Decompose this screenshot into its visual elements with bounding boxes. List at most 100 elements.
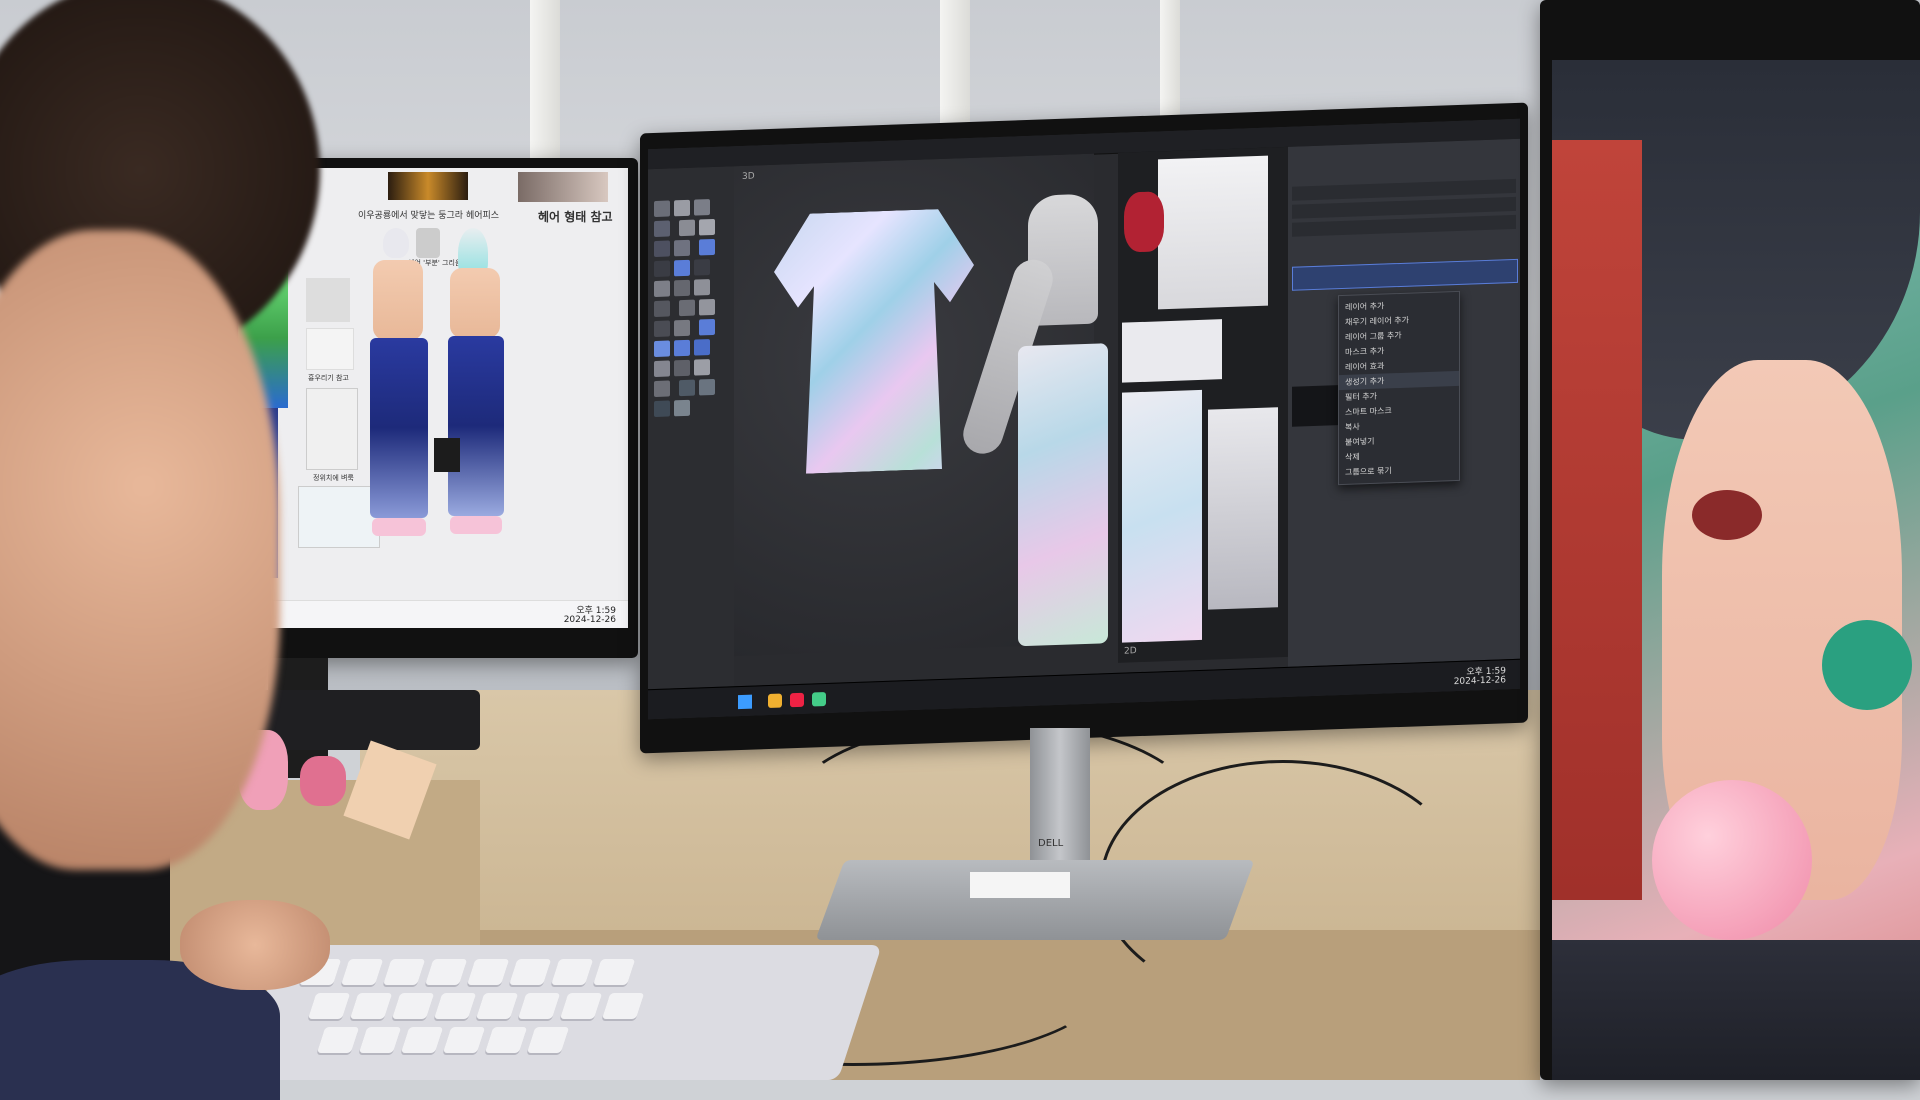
viewport-2d-label: 2D — [1124, 646, 1137, 657]
material-swatch[interactable] — [699, 378, 716, 396]
character-shoes — [372, 518, 426, 536]
material-swatch[interactable] — [654, 360, 670, 378]
brush-swatch[interactable] — [699, 238, 716, 256]
bag-reference — [434, 438, 460, 472]
material-swatch[interactable] — [654, 320, 670, 338]
character-torso — [373, 260, 423, 340]
uv-shirt-front — [1158, 155, 1268, 310]
material-swatch[interactable] — [674, 359, 690, 377]
menu-item-group[interactable]: 그룹으로 묶기 — [1339, 461, 1459, 480]
taskbar-app-icon[interactable] — [790, 692, 804, 708]
illustration-eye — [1822, 620, 1912, 710]
taskbar-app-icon[interactable] — [768, 693, 782, 709]
material-swatch[interactable] — [694, 199, 710, 216]
person-hand — [180, 900, 330, 990]
model-pants — [1018, 343, 1108, 647]
material-swatch[interactable] — [674, 279, 690, 297]
material-swatch[interactable] — [654, 200, 670, 218]
keyboard-key[interactable] — [358, 1027, 402, 1053]
illustration-bubble-gum — [1652, 780, 1812, 940]
keyboard-key[interactable] — [433, 993, 477, 1019]
person-foreground — [0, 0, 360, 1100]
material-swatch[interactable] — [674, 319, 690, 337]
character-model[interactable] — [958, 193, 1118, 658]
center-monitor-screen: 3D 2D 레이어 추가 채우기 레이어 추가 레이어 그룹 추가 마스크 추가… — [648, 118, 1520, 720]
center-taskbar-date: 2024-12-26 — [1453, 675, 1506, 688]
material-swatch[interactable] — [674, 199, 690, 217]
keyboard-key[interactable] — [391, 993, 435, 1019]
reference-image — [518, 172, 608, 202]
brush-swatch[interactable] — [674, 339, 690, 357]
brush-swatch[interactable] — [694, 339, 710, 356]
keyboard-key[interactable] — [601, 993, 645, 1019]
anime-illustration — [1552, 60, 1920, 1080]
brush-swatch[interactable] — [694, 259, 710, 276]
caption-hairpiece: 이우공룡에서 맞닿는 둥그라 헤어피스 — [358, 211, 500, 221]
keyboard-key[interactable] — [466, 959, 510, 985]
illustration-red-hair — [1552, 140, 1642, 900]
taskbar-app-icon[interactable] — [812, 692, 826, 707]
material-swatch[interactable] — [654, 300, 670, 318]
illustration-clothing — [1552, 940, 1920, 1080]
uv-belt — [1122, 319, 1222, 383]
material-swatch[interactable] — [694, 359, 710, 376]
keyboard-key[interactable] — [550, 959, 594, 985]
layer-row[interactable] — [1292, 214, 1516, 237]
material-swatch[interactable] — [674, 239, 690, 257]
material-swatch[interactable] — [654, 220, 670, 238]
keyboard-key[interactable] — [475, 993, 519, 1019]
material-swatch[interactable] — [674, 399, 690, 417]
keyboard-key[interactable] — [559, 993, 603, 1019]
person-face — [0, 230, 280, 870]
layer-row-selected[interactable] — [1292, 258, 1518, 291]
material-swatch[interactable] — [699, 298, 716, 316]
layer-context-menu[interactable]: 레이어 추가 채우기 레이어 추가 레이어 그룹 추가 마스크 추가 레이어 효… — [1338, 290, 1460, 486]
material-swatch[interactable] — [654, 280, 670, 298]
character-back-jeans — [448, 336, 504, 516]
shelf-panel — [648, 166, 734, 690]
brush-swatch[interactable] — [699, 318, 716, 336]
keyboard-key[interactable] — [517, 993, 561, 1019]
uv-decal — [1124, 191, 1164, 253]
illustration-eye — [1692, 490, 1762, 540]
keyboard-key[interactable] — [592, 959, 636, 985]
monitor-sticker — [970, 872, 1070, 898]
monitor-brand-logo: DELL — [1038, 838, 1064, 849]
caption-hair-reference: 헤어 형태 참고 — [538, 210, 613, 224]
holographic-shirt-model[interactable] — [774, 208, 974, 475]
brush-swatch[interactable] — [674, 259, 690, 277]
material-swatch[interactable] — [699, 218, 716, 236]
viewport-2d-uv[interactable]: 2D — [1118, 146, 1288, 663]
material-swatch[interactable] — [654, 400, 670, 418]
left-taskbar-date: 2024-12-26 — [563, 615, 616, 625]
center-monitor-stand: DELL — [1030, 728, 1090, 868]
keyboard-key[interactable] — [400, 1027, 444, 1053]
keyboard-key[interactable] — [484, 1027, 528, 1053]
face-reference — [416, 228, 440, 258]
uv-shoes — [1208, 407, 1278, 610]
right-monitor — [1540, 0, 1920, 1080]
material-swatch[interactable] — [679, 379, 696, 397]
uv-pants — [1122, 389, 1202, 643]
material-swatch[interactable] — [654, 380, 670, 398]
center-monitor: 3D 2D 레이어 추가 채우기 레이어 추가 레이어 그룹 추가 마스크 추가… — [640, 102, 1528, 754]
windows-start-icon[interactable] — [738, 694, 752, 710]
material-swatch[interactable] — [694, 279, 710, 296]
material-swatch[interactable] — [654, 240, 670, 258]
character-hair — [383, 228, 409, 258]
character-jeans — [370, 338, 428, 518]
keyboard-key[interactable] — [424, 959, 468, 985]
reference-image — [388, 172, 468, 200]
brush-swatch[interactable] — [654, 260, 670, 278]
center-taskbar: 오후 1:59 2024-12-26 — [648, 658, 1520, 720]
window-blind — [530, 0, 560, 170]
keyboard-key[interactable] — [442, 1027, 486, 1053]
material-swatch[interactable] — [679, 219, 696, 237]
keyboard-key[interactable] — [382, 959, 426, 985]
character-back-torso — [450, 268, 500, 338]
keyboard-key[interactable] — [526, 1027, 570, 1053]
keyboard-key[interactable] — [508, 959, 552, 985]
viewport-3d-label: 3D — [742, 171, 755, 182]
material-swatch[interactable] — [679, 299, 696, 317]
brush-swatch[interactable] — [654, 340, 670, 358]
